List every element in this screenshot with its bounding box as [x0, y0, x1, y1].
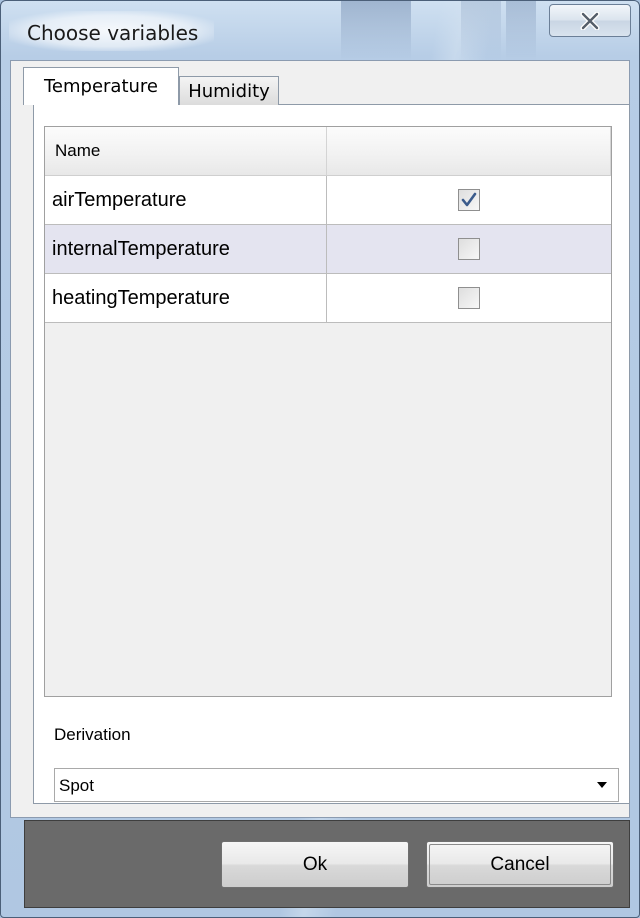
tab-label: Temperature: [43, 76, 159, 97]
tab-panel: Name airTemperature internalTemperature …: [33, 104, 630, 804]
column-header-name[interactable]: Name: [45, 127, 327, 176]
select-cell: [327, 176, 611, 224]
select-cell: [327, 274, 611, 322]
variable-name-cell: internalTemperature: [45, 225, 327, 273]
cancel-button[interactable]: Cancel: [426, 841, 614, 888]
variable-name: heatingTemperature: [52, 286, 230, 309]
panel-content: Name airTemperature internalTemperature …: [44, 113, 619, 802]
variable-name: airTemperature: [52, 188, 187, 211]
close-button[interactable]: [549, 4, 631, 37]
window-title: Choose variables: [27, 21, 199, 45]
column-header-selected[interactable]: [327, 127, 611, 176]
title-bar-decoration: [506, 1, 536, 61]
title-bar[interactable]: Choose variables: [1, 1, 639, 61]
variable-checkbox[interactable]: [458, 238, 480, 260]
derivation-select[interactable]: Spot: [54, 768, 619, 802]
variable-name: internalTemperature: [52, 237, 230, 260]
table-row[interactable]: internalTemperature: [45, 225, 611, 274]
variable-checkbox[interactable]: [458, 287, 480, 309]
close-x-icon: [580, 11, 600, 30]
derivation-value: Spot: [59, 776, 94, 795]
variables-table: Name airTemperature internalTemperature …: [44, 126, 612, 697]
derivation-label: Derivation: [54, 725, 131, 744]
checkmark-icon: [461, 192, 477, 207]
chevron-down-icon[interactable]: [588, 771, 616, 799]
tab-temperature[interactable]: Temperature: [23, 67, 179, 105]
variable-name-cell: airTemperature: [45, 176, 327, 224]
table-row[interactable]: heatingTemperature: [45, 274, 611, 323]
variable-name-cell: heatingTemperature: [45, 274, 327, 322]
ok-button[interactable]: Ok: [221, 841, 409, 888]
table-row[interactable]: airTemperature: [45, 176, 611, 225]
title-bar-decoration: [461, 1, 501, 61]
select-cell: [327, 225, 611, 273]
table-body: airTemperature internalTemperature heati…: [45, 176, 611, 323]
title-bar-decoration: [341, 1, 411, 61]
ok-button-label: Ok: [302, 853, 328, 875]
column-header-label: Name: [55, 141, 101, 160]
cancel-button-label: Cancel: [490, 853, 550, 875]
tab-humidity[interactable]: Humidity: [179, 76, 279, 105]
table-header: Name: [45, 127, 611, 176]
button-bar: Ok Cancel: [24, 820, 630, 908]
tab-label: Humidity: [188, 80, 270, 102]
variable-checkbox[interactable]: [458, 189, 480, 211]
